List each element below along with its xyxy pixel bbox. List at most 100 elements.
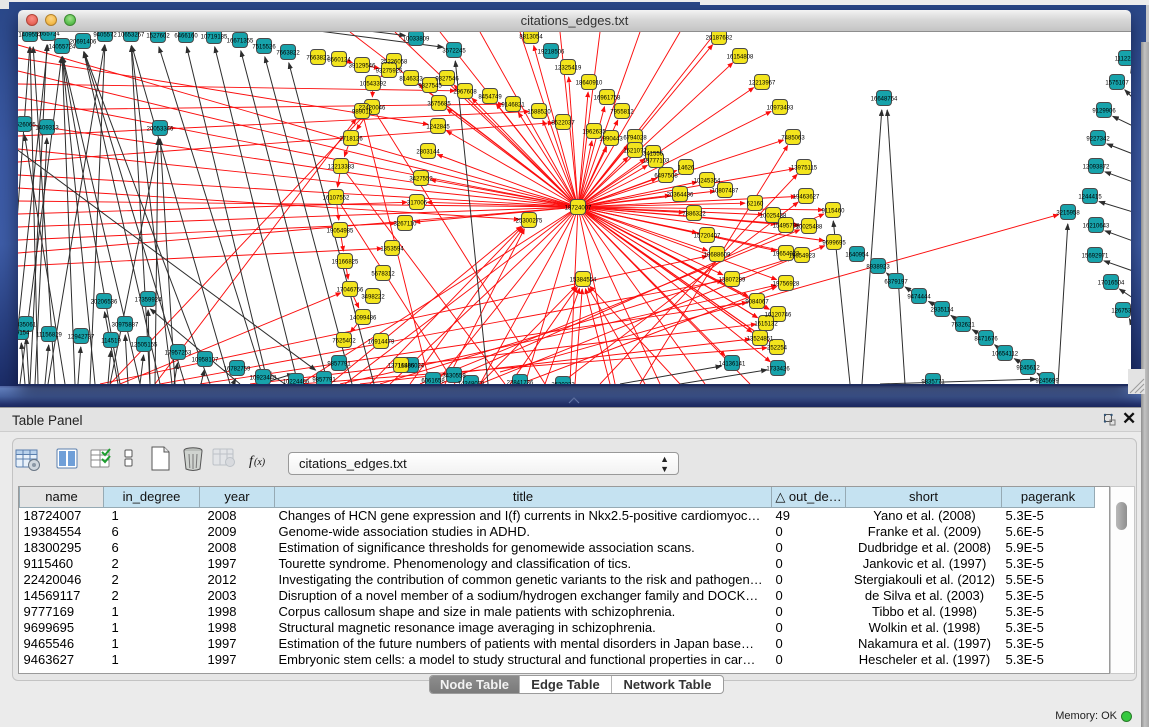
svg-text:17957253: 17957253 [165,351,192,357]
svg-text:10245354: 10245354 [694,179,721,185]
svg-text:16671355: 16671355 [227,39,254,45]
svg-text:10025488: 10025488 [796,225,823,231]
svg-text:8938923: 8938923 [866,265,890,271]
svg-text:2935114: 2935114 [931,308,955,314]
svg-text:18640910: 18640910 [576,81,603,87]
svg-text:17046766: 17046766 [337,288,364,294]
svg-text:9084067: 9084067 [745,300,769,306]
svg-text:20691406: 20691406 [70,40,97,46]
svg-text:8471676: 8471676 [974,337,998,343]
svg-text:2055724: 2055724 [36,32,60,38]
svg-text:12505155: 12505155 [131,343,158,349]
svg-text:19756928: 19756928 [773,282,800,288]
svg-text:3430558: 3430558 [442,374,466,380]
svg-text:1615132: 1615132 [754,322,778,328]
svg-text:7485063: 7485063 [781,136,805,142]
svg-text:9115460: 9115460 [822,209,846,215]
svg-text:3267110: 3267110 [394,222,418,228]
svg-text:114519: 114519 [101,339,121,345]
svg-text:2967608: 2967608 [453,90,477,96]
svg-text:17359924: 17359924 [135,298,162,304]
svg-text:19654923: 19654923 [789,254,816,260]
svg-text:16107552: 16107552 [323,196,350,202]
svg-text:9146821: 9146821 [501,103,525,109]
svg-text:15384554: 15384554 [570,278,597,284]
svg-text:6466160: 6466160 [174,34,198,40]
svg-text:93275925: 93275925 [376,69,403,75]
svg-text:1353594: 1353594 [380,247,404,253]
svg-text:3572245: 3572245 [442,49,466,55]
svg-text:341556: 341556 [643,152,664,158]
svg-text:10653267: 10653267 [118,33,145,39]
svg-text:19166825: 19166825 [332,260,359,266]
svg-text:10719185: 10719185 [201,35,228,41]
svg-text:2803144: 2803144 [416,150,440,156]
svg-text:12213967: 12213967 [749,81,776,87]
svg-text:1575107: 1575107 [1105,81,1129,87]
svg-text:1962635: 1962635 [582,130,606,136]
svg-text:8146323: 8146323 [399,77,423,83]
svg-text:1527602: 1527602 [146,34,170,40]
svg-text:1267534: 1267534 [1111,309,1131,315]
svg-text:9227342: 9227342 [1086,137,1110,143]
svg-text:12093872: 12093872 [1083,165,1110,171]
svg-text:2718126: 2718126 [339,137,363,143]
svg-text:16782759: 16782759 [224,367,251,373]
svg-text:9405572: 9405572 [93,33,117,39]
svg-text:10543392: 10543392 [360,82,387,88]
svg-text:9474444: 9474444 [907,295,931,301]
svg-text:20206536: 20206536 [91,300,118,306]
svg-text:3427552: 3427552 [409,177,433,183]
svg-text:9699695: 9699695 [822,241,846,247]
svg-text:19463627: 19463627 [793,195,820,201]
svg-text:14626: 14626 [678,166,695,172]
svg-text:8454749: 8454749 [478,95,502,101]
svg-text:6794028: 6794028 [623,136,647,142]
svg-text:25226058: 25226058 [381,60,408,66]
svg-text:39129546: 39129546 [349,64,376,70]
svg-text:15692971: 15692971 [1082,254,1109,260]
svg-text:1733426: 1733426 [766,367,790,373]
svg-text:7886322: 7886322 [682,212,706,218]
svg-text:14136141: 14136141 [719,362,746,368]
svg-text:13975115: 13975115 [791,166,818,172]
svg-text:8522037: 8522037 [551,121,575,127]
svg-text:10923448: 10923448 [250,376,277,382]
svg-text:1242845: 1242845 [426,125,450,131]
svg-text:6379197: 6379197 [884,280,908,286]
svg-text:10688609: 10688609 [704,253,731,259]
svg-text:3675685: 3675685 [427,102,451,108]
svg-text:13716485: 13716485 [388,364,415,370]
svg-text:9245612: 9245612 [1016,366,1040,372]
svg-text:10025438: 10025438 [760,214,787,220]
svg-text:2626065: 2626065 [18,123,36,129]
svg-text:317006: 317006 [407,201,428,207]
svg-text:13524851: 13524851 [747,337,774,343]
svg-text:1244415: 1244415 [1078,195,1102,201]
svg-text:14099486: 14099486 [350,316,377,322]
svg-text:12325419: 12325419 [555,66,582,72]
svg-text:12213383: 12213383 [328,165,355,171]
svg-text:16120746: 16120746 [765,313,792,319]
svg-text:19218506: 19218506 [538,50,565,56]
svg-text:252254: 252254 [767,346,788,352]
svg-text:6497508: 6497508 [654,174,678,180]
svg-text:9327545: 9327545 [418,84,442,90]
svg-text:1588520: 1588520 [527,110,551,116]
svg-text:13777103: 13777103 [643,159,670,165]
svg-text:16648764: 16648764 [871,97,898,103]
svg-text:7515526: 7515526 [252,45,276,51]
svg-text:62160: 62160 [747,202,764,208]
svg-text:19054985: 19054985 [327,229,354,235]
svg-text:1990443: 1990443 [599,137,623,143]
svg-text:3498222: 3498222 [361,295,385,301]
svg-text:12942737: 12942737 [68,335,95,341]
svg-text:30975887: 30975887 [112,323,139,329]
svg-text:10958107: 10958107 [192,358,219,364]
svg-text:20364436: 20364436 [667,193,694,199]
svg-text:1112223: 1112223 [1115,57,1131,63]
svg-text:16914479: 16914479 [368,340,395,346]
svg-text:9857791: 9857791 [327,362,351,368]
svg-text:335061: 335061 [18,323,37,329]
svg-text:989015: 989015 [352,110,373,116]
